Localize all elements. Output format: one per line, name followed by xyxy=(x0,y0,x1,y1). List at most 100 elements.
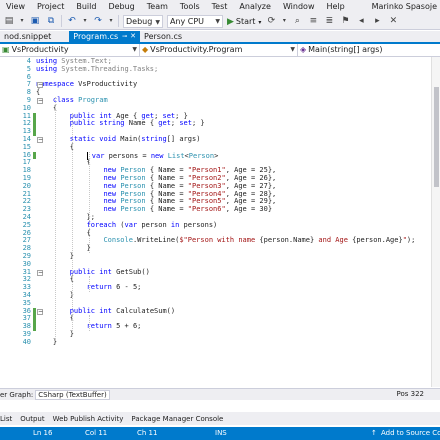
platform-value: Any CPU xyxy=(169,16,205,26)
tab-web-publish-activity[interactable]: Web Publish Activity xyxy=(49,415,128,423)
dropdown-arrow-icon[interactable]: ▾ xyxy=(281,15,287,27)
undo-icon[interactable]: ↶ xyxy=(66,15,78,27)
code-line[interactable]: 7 namespace VsProductivity xyxy=(0,80,440,89)
type-value: VsProductivity.Program xyxy=(150,45,243,54)
start-label: Start xyxy=(235,16,256,26)
next-bookmark-icon[interactable]: ▸ xyxy=(371,15,383,27)
undo-dropdown-icon[interactable]: ▾ xyxy=(82,15,88,27)
code-line[interactable]: 40 } xyxy=(0,337,440,347)
prev-bookmark-icon[interactable]: ◂ xyxy=(355,15,367,27)
redo-icon[interactable]: ↷ xyxy=(92,15,104,27)
clear-bookmarks-icon[interactable]: ✕ xyxy=(387,15,399,27)
chevron-down-icon: ▼ xyxy=(290,46,295,53)
chevron-down-icon: ▾ xyxy=(258,18,262,26)
collapse-icon[interactable]: − xyxy=(37,308,43,315)
code-line[interactable]: 9 class Program xyxy=(0,96,440,105)
platform-dropdown[interactable]: Any CPU ▼ xyxy=(166,14,223,28)
navigation-bar: ▣ VsProductivity ▼ ◆ VsProductivity.Prog… xyxy=(0,44,440,57)
code-line[interactable]: 15 { xyxy=(0,143,440,152)
status-char: Ch 11 xyxy=(137,429,158,437)
editor-bottom-bar: er Graph: CSharp (TextBuffer) Pos 322 xyxy=(0,388,440,400)
position-readout: Pos 322 xyxy=(396,390,425,398)
menu-bar: View Project Build Debug Team Tools Test… xyxy=(0,0,440,13)
code-text: Console.WriteLine($"Person with name {pe… xyxy=(103,236,416,245)
new-project-icon[interactable]: ▤ xyxy=(3,15,15,27)
uncomment-icon[interactable]: ≣ xyxy=(323,15,335,27)
add-to-source-control[interactable]: Add to Source Cont xyxy=(381,427,440,440)
code-line[interactable]: 12 public string Name { get; set; } xyxy=(0,119,440,128)
tab-label: nod.snippet xyxy=(4,32,52,41)
save-all-icon[interactable]: ⧉ xyxy=(45,15,57,27)
tab-program-cs[interactable]: Program.cs ⊸ ✕ xyxy=(69,31,141,42)
class-icon: ◆ xyxy=(142,45,149,54)
type-dropdown[interactable]: ◆ VsProductivity.Program ▼ xyxy=(140,44,298,56)
indent-guide xyxy=(72,112,73,331)
collapse-icon[interactable]: − xyxy=(37,98,43,104)
chevron-down-icon: ▼ xyxy=(132,46,137,53)
menu-analyze[interactable]: Analyze xyxy=(233,0,277,13)
menu-window[interactable]: Window xyxy=(277,0,321,13)
graph-label: er Graph: xyxy=(0,390,34,399)
menu-debug[interactable]: Debug xyxy=(102,0,140,13)
tab-person-cs[interactable]: Person.cs xyxy=(140,31,186,42)
code-text: namespace VsProductivity xyxy=(36,80,138,89)
menu-project[interactable]: Project xyxy=(31,0,70,13)
menu-view[interactable]: View xyxy=(0,0,31,13)
code-editor[interactable]: 4 using System.Text; 5 using System.Threadi… xyxy=(0,57,440,387)
toolbar-separator xyxy=(118,15,119,27)
scrollbar-thumb[interactable] xyxy=(434,87,439,187)
chevron-down-icon: ▼ xyxy=(155,18,160,26)
code-text: using System.Threading.Tasks; xyxy=(36,64,159,73)
tab-label: Person.cs xyxy=(144,32,183,41)
find-icon[interactable]: ⌕ xyxy=(291,15,303,27)
redo-dropdown-icon[interactable]: ▾ xyxy=(108,15,114,27)
tab-error-list[interactable]: List xyxy=(0,415,16,423)
status-line: Ln 16 xyxy=(33,429,53,437)
indent-guide xyxy=(89,315,90,331)
code-text: public string Name { get; set; } xyxy=(69,119,205,128)
code-line[interactable]: 29 } xyxy=(0,252,440,261)
menu-help[interactable]: Help xyxy=(320,0,350,13)
indent-guide xyxy=(89,151,90,253)
close-icon[interactable]: ✕ xyxy=(130,31,136,42)
standard-toolbar: ▤ ▾ ▣ ⧉ ↶ ▾ ↷ ▾ Debug ▼ Any CPU ▼ ▶ Start ▾ … xyxy=(0,13,440,30)
menu-team[interactable]: Team xyxy=(141,0,174,13)
start-button[interactable]: ▶ Start ▾ xyxy=(227,15,261,28)
menu-tools[interactable]: Tools xyxy=(174,0,206,13)
chevron-down-icon: ▼ xyxy=(215,17,220,25)
collapse-icon[interactable]: − xyxy=(37,137,43,143)
code-line[interactable]: 34 } xyxy=(0,291,440,300)
document-tab-strip: nod.snippet Program.cs ⊸ ✕ Person.cs xyxy=(0,31,440,42)
text-buffer-dropdown[interactable]: CSharp (TextBuffer) xyxy=(35,389,110,400)
tab-output[interactable]: Output xyxy=(16,415,48,423)
dropdown-arrow-icon[interactable]: ▾ xyxy=(19,15,25,27)
browser-link-icon[interactable]: ⟳ xyxy=(265,15,277,27)
tab-label: Program.cs xyxy=(73,32,119,41)
collapse-icon[interactable]: − xyxy=(37,82,43,89)
menu-test[interactable]: Test xyxy=(206,0,234,13)
project-value: VsProductivity xyxy=(11,45,69,54)
tab-nod-snippet[interactable]: nod.snippet xyxy=(0,31,55,42)
pin-icon[interactable]: ⊸ xyxy=(122,31,127,42)
method-icon: ◈ xyxy=(300,45,307,54)
play-icon: ▶ xyxy=(226,16,234,27)
menu-build[interactable]: Build xyxy=(70,0,102,13)
member-value: Main(string[] args) xyxy=(308,45,383,54)
vertical-scrollbar[interactable] xyxy=(431,57,440,387)
tab-package-manager-console[interactable]: Package Manager Console xyxy=(127,415,227,423)
change-marker xyxy=(33,120,36,129)
code-line[interactable]: 39 } xyxy=(0,330,440,339)
source-control-icon[interactable]: ↑ xyxy=(371,427,377,440)
configuration-dropdown[interactable]: Debug ▼ xyxy=(123,14,163,28)
user-account-name[interactable]: Marinko Spasoje xyxy=(368,0,440,13)
toolbar-separator xyxy=(61,15,62,27)
line-number: 40 xyxy=(22,337,31,346)
save-icon[interactable]: ▣ xyxy=(29,15,41,27)
project-dropdown[interactable]: ▣ VsProductivity ▼ xyxy=(0,44,140,56)
code-line[interactable]: 5 using System.Threading.Tasks; xyxy=(0,64,440,74)
member-dropdown[interactable]: ◈ Main(string[] args) xyxy=(298,44,440,56)
collapse-icon[interactable]: − xyxy=(37,269,43,276)
comment-icon[interactable]: ≡ xyxy=(307,15,319,27)
status-bar: Ln 16 Col 11 Ch 11 INS ↑ Add to Source C… xyxy=(0,427,440,440)
bookmark-icon[interactable]: ⚑ xyxy=(339,15,351,27)
